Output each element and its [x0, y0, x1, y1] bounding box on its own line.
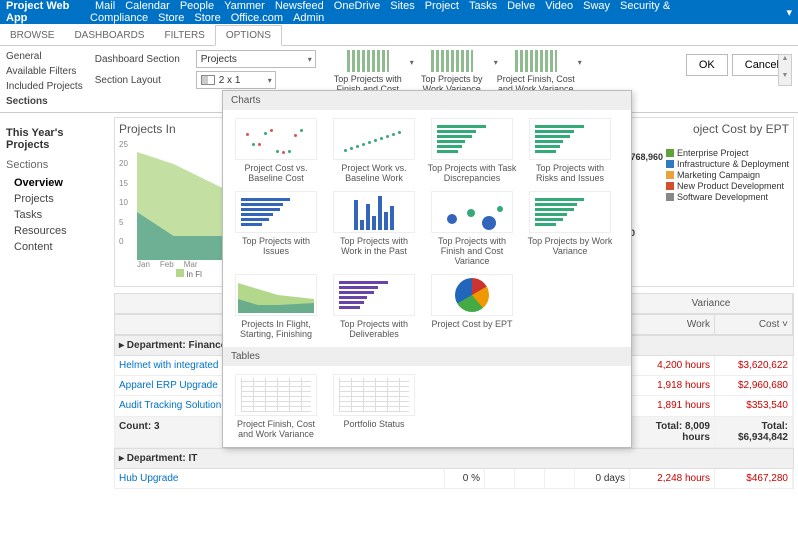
project-link[interactable]: Apparel ERP Upgrade [119, 380, 218, 391]
legend-item: Enterprise Project [666, 148, 789, 158]
nav-store[interactable]: Store [158, 12, 184, 24]
picker-table-option[interactable]: Project Finish, Cost and Work Variance [229, 372, 323, 441]
ribbon-tabs: BROWSEDASHBOARDSFILTERSOPTIONS [0, 24, 798, 46]
nav-onedrive[interactable]: OneDrive [334, 0, 380, 12]
ribbon-link-included-projects[interactable]: Included Projects [6, 80, 83, 93]
section-layout-select[interactable]: 2 x 1 [196, 71, 276, 89]
picker-chart-option[interactable]: Top Projects by Work Variance [523, 189, 617, 268]
legend-item: Software Development [666, 192, 789, 202]
nav-calendar[interactable]: Calendar [125, 0, 170, 12]
nav-mail[interactable]: Mail [95, 0, 115, 12]
suite-nav: Project Web App Mail Calendar People Yammer… [0, 0, 798, 24]
nav-yammer[interactable]: Yammer [224, 0, 265, 12]
ribbon-chart-button[interactable]: Top Projects by Work Variance [412, 50, 492, 94]
nav-delve[interactable]: Delve [507, 0, 535, 12]
picker-chart-option[interactable]: Top Projects with Deliverables [327, 272, 421, 341]
sidebar: This Year's Projects Sections OverviewPr… [0, 113, 110, 539]
nav-newsfeed[interactable]: Newsfeed [275, 0, 324, 12]
nav-store[interactable]: Store [194, 12, 220, 24]
picker-chart-option[interactable]: Top Projects with Finish and Cost Varian… [425, 189, 519, 268]
col-cost[interactable]: Cost ˅ [715, 315, 793, 334]
picker-chart-option[interactable]: Top Projects with Risks and Issues [523, 116, 617, 185]
picker-chart-option[interactable]: Projects In Flight, Starting, Finishing [229, 272, 323, 341]
app-name: Project Web App [6, 0, 80, 24]
ok-button[interactable]: OK [686, 54, 728, 76]
picker-chart-option[interactable]: Top Projects with Issues [229, 189, 323, 268]
nav-project[interactable]: Project [425, 0, 459, 12]
ribbon-tab-filters[interactable]: FILTERS [154, 26, 214, 45]
section-layout-label: Section Layout [95, 75, 190, 86]
ribbon-chart-button[interactable]: Top Projects with Finish and Cost [328, 50, 408, 94]
ribbon-tab-browse[interactable]: BROWSE [0, 26, 64, 45]
sidebar-item-resources[interactable]: Resources [6, 223, 104, 239]
nav-sway[interactable]: Sway [583, 0, 610, 12]
dashboard-section-select[interactable]: Projects [196, 50, 316, 68]
nav-people[interactable]: People [180, 0, 214, 12]
chart-picker-dropdown: Charts Project Cost vs. Baseline CostPro… [222, 90, 632, 448]
picker-chart-option[interactable]: Project Work vs. Baseline Work [327, 116, 421, 185]
dashboard-section-label: Dashboard Section [95, 54, 190, 65]
ribbon-link-general[interactable]: General [6, 50, 83, 63]
project-link[interactable]: Helmet with integrated [119, 360, 219, 371]
ribbon-link-available-filters[interactable]: Available Filters [6, 65, 83, 78]
ribbon-scroll[interactable] [778, 54, 792, 86]
picker-section-charts: Charts [223, 91, 631, 110]
project-link[interactable]: Hub Upgrade [119, 473, 178, 484]
ribbon-link-sections[interactable]: Sections [6, 95, 83, 108]
sidebar-item-overview[interactable]: Overview [6, 175, 104, 191]
project-link[interactable]: Audit Tracking Solution [119, 400, 221, 411]
picker-section-tables: Tables [223, 347, 631, 366]
table-group-header[interactable]: ▸ Department: IT [114, 448, 794, 469]
nav-tasks[interactable]: Tasks [469, 0, 497, 12]
col-work[interactable]: Work [630, 315, 715, 334]
sidebar-group: Sections [6, 159, 104, 171]
picker-chart-option[interactable]: Top Projects with Task Discrepancies [425, 116, 519, 185]
legend-item: Infrastructure & Deployment [666, 159, 789, 169]
nav-admin[interactable]: Admin [293, 12, 324, 24]
nav-video[interactable]: Video [545, 0, 573, 12]
nav-office-com[interactable]: Office.com [231, 12, 283, 24]
legend-item: New Product Development [666, 181, 789, 191]
picker-chart-option[interactable]: Top Projects with Work in the Past [327, 189, 421, 268]
picker-chart-option[interactable]: Project Cost by EPT [425, 272, 519, 341]
picker-chart-option[interactable]: Project Cost vs. Baseline Cost [229, 116, 323, 185]
sidebar-item-tasks[interactable]: Tasks [6, 207, 104, 223]
ribbon-chart-button[interactable]: Project Finish, Cost and Work Variance [496, 50, 576, 94]
sidebar-item-projects[interactable]: Projects [6, 191, 104, 207]
ribbon-tab-dashboards[interactable]: DASHBOARDS [64, 26, 154, 45]
dropdown-caret-icon[interactable]: ▾ [786, 6, 792, 19]
table-row[interactable]: Hub Upgrade 0 % 0 days 2,248 hours $467,… [114, 469, 794, 489]
sidebar-heading: This Year's Projects [6, 127, 104, 151]
legend-item: Marketing Campaign [666, 170, 789, 180]
picker-table-option[interactable]: Portfolio Status [327, 372, 421, 441]
nav-sites[interactable]: Sites [390, 0, 414, 12]
ribbon-tab-options[interactable]: OPTIONS [215, 25, 282, 46]
sidebar-item-content[interactable]: Content [6, 239, 104, 255]
